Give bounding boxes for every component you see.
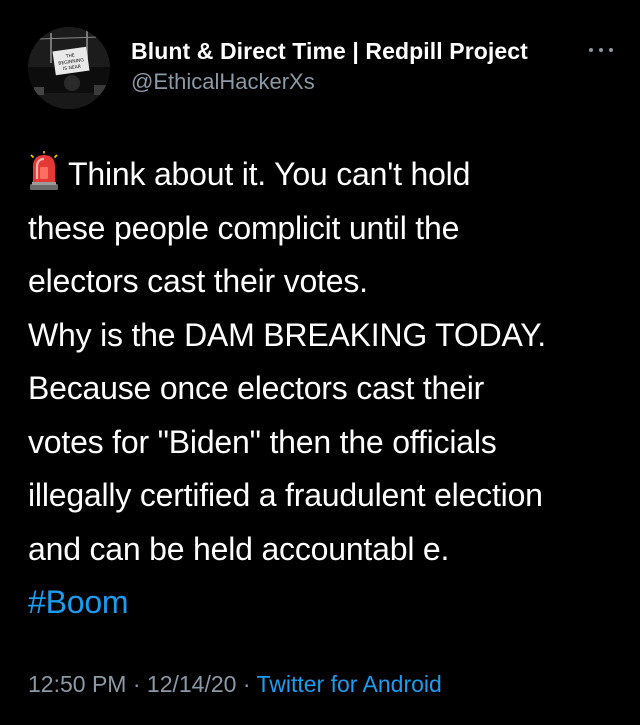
tweet-text-line-8: and can be held accountabl e. [28,530,450,567]
tweet-text-line-1: Think about it. You can't hold [28,148,628,202]
meta-separator: · [126,671,147,697]
more-dot [589,48,593,52]
handle[interactable]: @EthicalHackerXs [131,67,528,97]
author-block[interactable]: Blunt & Direct Time | Redpill Project @E… [131,37,528,97]
tweet-date[interactable]: 12/14/20 [147,671,237,697]
meta-separator: · [236,671,257,697]
more-dot [599,48,603,52]
tweet-time[interactable]: 12:50 PM [28,671,126,697]
tweet-text-line-6: votes for "Biden" then the officials [28,423,497,460]
tweet-text-line-5: Because once electors cast their [28,370,485,406]
tweet-text-line-2: these people complicit until the [28,209,460,246]
hashtag-line: #Boom [28,576,628,630]
tweet-meta: 12:50 PM · 12/14/20 · Twitter for Androi… [28,669,442,699]
display-name[interactable]: Blunt & Direct Time | Redpill Project [131,37,528,65]
police-light-siren-icon [30,151,58,190]
more-dot [609,48,613,52]
tweet-text: Think about it. You can't hold these peo… [28,148,628,630]
tweet-text-line-4: Why is the DAM BREAKING TODAY. [28,316,547,353]
tweet-text-line-3: electors cast their votes. [28,263,368,299]
tweet-text-line-7: illegally certified a fraudulent electio… [28,477,543,513]
hashtag-link[interactable]: #Boom [28,584,129,620]
tweet-text-line-1-text: Think about it. You can't hold [68,156,471,192]
avatar-photo-icon: THE BEGINNING IS NEAR [28,27,110,109]
avatar[interactable]: THE BEGINNING IS NEAR [28,27,110,109]
tweet: THE BEGINNING IS NEAR Blunt & Direct Tim… [0,0,640,725]
more-options-icon[interactable] [585,40,617,60]
tweet-source-link[interactable]: Twitter for Android [256,671,441,697]
